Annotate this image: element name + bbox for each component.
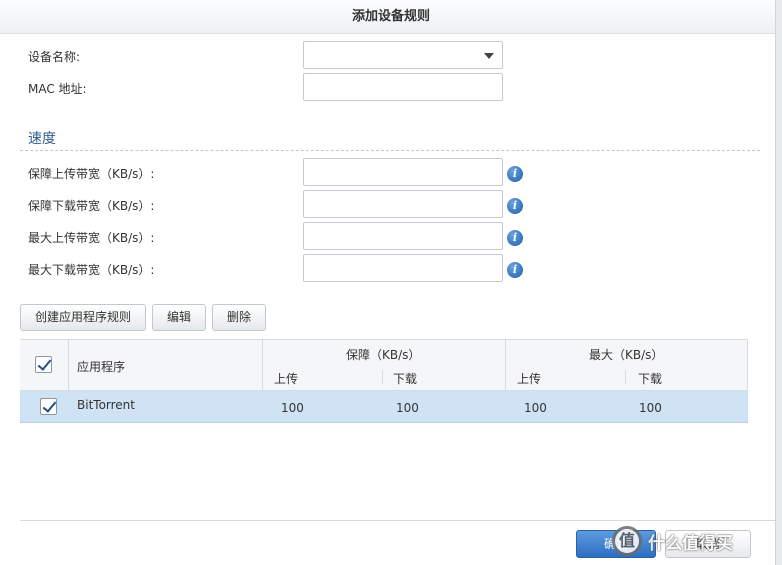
edit-button[interactable]: 编辑 [152,304,206,331]
column-header-max-up[interactable]: 上传 [517,370,541,387]
section-divider [20,150,760,151]
info-icon[interactable]: i [507,166,523,182]
info-icon[interactable]: i [507,198,523,214]
dialog-title: 添加设备规则 [0,0,782,34]
table-row[interactable]: BitTorrent 100 100 100 100 [20,391,748,423]
column-header-max-down[interactable]: 下载 [638,370,662,387]
dialog-edge [775,0,782,565]
max-upload-input[interactable] [303,222,503,250]
device-name-select[interactable] [303,41,503,69]
column-header-app[interactable]: 应用程序 [77,358,125,375]
column-divider [505,340,506,391]
max-upload-label: 最大上传带宽（KB/s）: [28,231,155,245]
cell-app: BitTorrent [77,398,135,412]
delete-button[interactable]: 删除 [212,304,266,331]
chevron-down-icon[interactable] [484,53,494,59]
cancel-button[interactable]: 取消 [665,530,751,558]
ok-button[interactable]: 确定 [576,530,656,558]
select-all-checkbox[interactable] [35,356,52,373]
speed-section-title: 速度 [28,131,56,147]
create-app-rule-button[interactable]: 创建应用程序规则 [20,304,146,331]
max-download-input[interactable] [303,254,503,282]
cell-guarantee-up: 100 [281,401,304,415]
device-name-label: 设备名称: [28,50,81,64]
cell-guarantee-down: 100 [396,401,419,415]
app-rules-table: 应用程序 保障（KB/s） 上传 下载 最大（KB/s） 上传 下载 BitTo… [20,339,748,521]
guarantee-download-input[interactable] [303,190,503,218]
column-divider [262,340,263,391]
cell-max-down: 100 [639,401,662,415]
column-header-guarantee-up[interactable]: 上传 [274,370,298,387]
column-header-guarantee: 保障（KB/s） [346,348,421,362]
guarantee-upload-input[interactable] [303,158,503,186]
row-checkbox[interactable] [40,398,57,415]
column-header-max: 最大（KB/s） [589,348,664,362]
column-divider [68,340,69,391]
guarantee-download-label: 保障下载带宽（KB/s）: [28,199,155,213]
column-header-guarantee-down[interactable]: 下载 [393,370,417,387]
column-divider [625,370,626,384]
info-icon[interactable]: i [507,230,523,246]
column-divider [747,340,748,391]
cell-max-up: 100 [524,401,547,415]
footer-divider [20,520,775,521]
mac-label: MAC 地址: [28,82,87,96]
mac-input[interactable] [303,73,503,101]
max-download-label: 最大下载带宽（KB/s）: [28,263,155,277]
info-icon[interactable]: i [507,262,523,278]
table-header: 应用程序 保障（KB/s） 上传 下载 最大（KB/s） 上传 下载 [20,340,748,391]
column-divider [382,370,383,384]
guarantee-upload-label: 保障上传带宽（KB/s）: [28,167,155,181]
